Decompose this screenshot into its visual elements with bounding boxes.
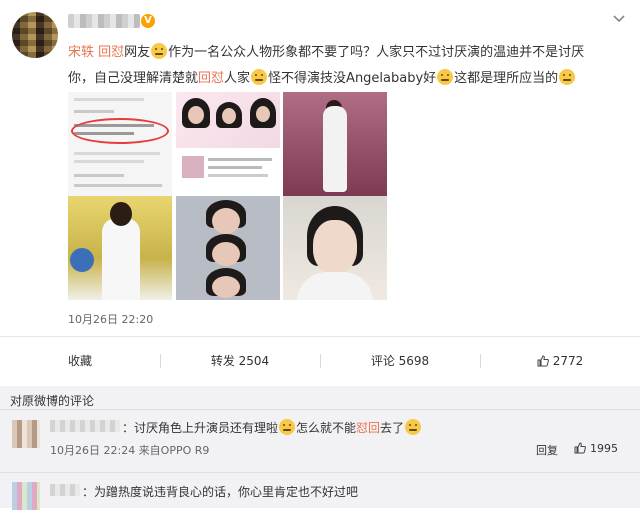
comment-like-button[interactable]: 1995 xyxy=(574,442,618,455)
comment-meta: 10月26日 22:24 来自OPPO R9 xyxy=(50,444,210,457)
divider xyxy=(0,472,640,473)
commenter-name-blurred[interactable] xyxy=(50,484,80,496)
repost-button[interactable]: 转发 2504 xyxy=(160,348,320,374)
post-text-segment: 怪不得演技没Angelababy好 xyxy=(268,71,437,86)
comment-text: ：为蹭热度说违背良心的话，你心里肯定也不好过吧 xyxy=(82,485,359,499)
commenter-avatar[interactable] xyxy=(12,482,40,510)
post-image-3[interactable] xyxy=(283,92,387,196)
action-bar: 收藏 转发 2504 评论 5698 2772 xyxy=(0,348,640,374)
thumbs-up-icon xyxy=(537,355,549,367)
post-image-4[interactable] xyxy=(68,196,172,300)
smirk-emoji xyxy=(251,69,268,85)
like-button[interactable]: 2772 xyxy=(480,348,640,374)
comments-section: 对原微博的评论 ：讨厌角色上升演员还有理啦 怎么就不能怼回去了 10月26日 22… xyxy=(0,386,640,510)
post-timestamp[interactable]: 10月26日 22:20 xyxy=(68,311,153,327)
highlighted-text[interactable]: 宋轶 回怼 xyxy=(68,45,124,60)
chevron-down-icon[interactable] xyxy=(612,14,626,24)
like-count: 2772 xyxy=(552,354,584,368)
post-text: 宋轶 回怼网友 作为一名公众人物形象都不要了吗？人家只不过讨厌演的温迪并不是讨厌你… xyxy=(68,40,608,92)
post-image-5[interactable] xyxy=(176,196,280,300)
smirk-emoji xyxy=(279,419,296,435)
thumbs-up-icon xyxy=(574,442,586,454)
author-avatar[interactable] xyxy=(12,12,58,58)
post-text-segment: 网友 xyxy=(124,45,151,60)
reply-button[interactable]: 回复 xyxy=(536,442,558,458)
shock-emoji xyxy=(437,69,454,85)
comment-button[interactable]: 评论 5698 xyxy=(320,348,480,374)
post-image-6[interactable] xyxy=(283,196,387,300)
post-image-1[interactable] xyxy=(68,92,172,196)
author-name-blurred[interactable] xyxy=(68,14,140,28)
comment-text: ：讨厌角色上升演员还有理啦 怎么就不能怼回去了 xyxy=(122,419,422,436)
grin-emoji xyxy=(559,69,576,85)
comments-title: 对原微博的评论 xyxy=(10,394,95,408)
post-text-segment: 人家 xyxy=(224,71,251,86)
divider xyxy=(0,409,640,410)
highlighted-text[interactable]: 回怼 xyxy=(198,71,224,86)
favorite-button[interactable]: 收藏 xyxy=(0,348,160,374)
thinking-emoji xyxy=(405,419,422,435)
post-text-segment: 这都是理所应当的 xyxy=(454,71,559,86)
post-image-2[interactable] xyxy=(176,92,280,196)
verified-badge-icon: V xyxy=(141,14,155,28)
comment-like-count: 1995 xyxy=(590,442,618,455)
thinking-emoji xyxy=(151,43,168,59)
commenter-name-blurred[interactable] xyxy=(50,420,120,432)
commenter-avatar[interactable] xyxy=(12,420,40,448)
divider xyxy=(0,336,640,337)
